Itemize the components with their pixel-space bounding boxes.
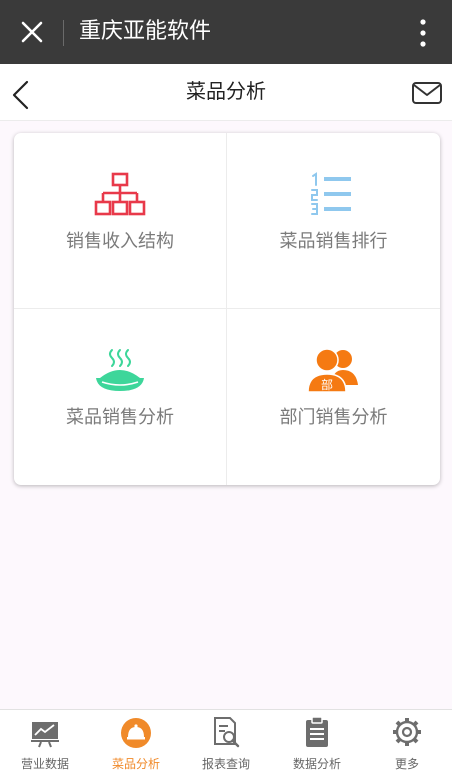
menu-item-label: 部门销售分析 [279, 407, 388, 428]
org-chart-icon [94, 172, 146, 216]
menu-item-department-sales[interactable]: 部 部门销售分析 [227, 309, 440, 485]
analysis-menu-card: 销售收入结构 菜品销售排行 菜品销售分析 部 部门销售分析 [14, 133, 440, 485]
app-title: 重庆亚能软件 [79, 19, 212, 44]
tab-label: 数据分析 [292, 757, 341, 771]
tab-more[interactable]: 更多 [362, 710, 452, 782]
report-search-icon [214, 717, 240, 748]
monitor-chart-icon [31, 722, 59, 748]
tab-label: 报表查询 [201, 757, 250, 771]
tab-label: 更多 [394, 757, 419, 771]
ranking-list-icon [311, 172, 351, 215]
menu-item-label: 菜品销售分析 [66, 407, 174, 428]
svg-text:部: 部 [321, 377, 333, 392]
gear-icon [393, 718, 421, 746]
menu-item-dish-ranking[interactable]: 菜品销售排行 [227, 133, 440, 309]
title-divider [63, 20, 64, 46]
menu-item-dish-sales-analysis[interactable]: 菜品销售分析 [14, 309, 227, 485]
app-title-bar: 重庆亚能软件 [0, 0, 452, 64]
tab-data-analysis[interactable]: 数据分析 [272, 710, 362, 782]
more-vertical-icon[interactable] [414, 18, 432, 48]
menu-item-label: 菜品销售排行 [279, 231, 388, 252]
close-icon[interactable] [20, 20, 44, 44]
menu-item-revenue-structure[interactable]: 销售收入结构 [14, 133, 227, 309]
mail-icon[interactable] [411, 81, 443, 105]
tab-business-data[interactable]: 营业数据 [0, 710, 90, 782]
tab-dish-analysis[interactable]: 菜品分析 [91, 710, 181, 782]
bottom-tab-bar: 营业数据 菜品分析 报表查询 数据分析 更多 [0, 709, 452, 782]
clipboard-icon [306, 716, 328, 747]
cloche-icon [121, 718, 151, 748]
navigation-bar: 菜品分析 [0, 64, 452, 121]
tab-label: 营业数据 [20, 757, 69, 771]
department-people-icon: 部 [307, 348, 358, 393]
tab-label: 菜品分析 [111, 757, 160, 771]
menu-item-label: 销售收入结构 [66, 231, 174, 252]
tab-report-query[interactable]: 报表查询 [181, 710, 271, 782]
page-title: 菜品分析 [186, 79, 266, 103]
steaming-dish-icon [96, 349, 144, 391]
